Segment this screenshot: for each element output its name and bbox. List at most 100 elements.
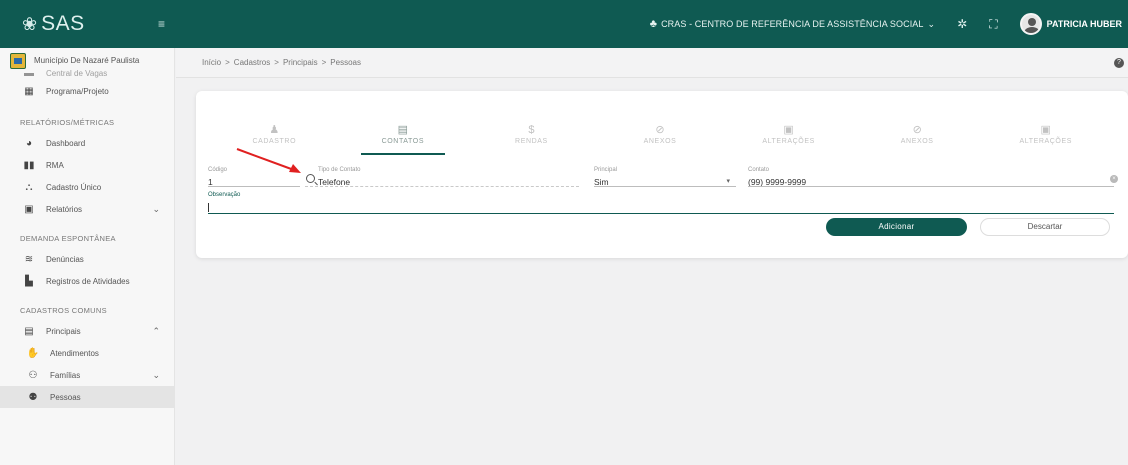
tab-label: RENDAS bbox=[515, 137, 548, 145]
sidebar-item-label: Dashboard bbox=[46, 138, 86, 148]
family-icon: ⚇ bbox=[28, 369, 38, 381]
theme-icon[interactable]: ✲ bbox=[957, 17, 967, 31]
sidebar-item-label: Principais bbox=[46, 326, 81, 336]
field-underline bbox=[208, 213, 1114, 214]
handshake-icon: ✋ bbox=[26, 347, 40, 359]
principal-label: Principal bbox=[594, 167, 618, 173]
sidebar-item-label: Registros de Atividades bbox=[46, 276, 130, 286]
sidebar-item-cadastro-unico[interactable]: ⛬ Cadastro Único bbox=[0, 176, 174, 198]
breadcrumb-separator: > bbox=[225, 58, 230, 67]
sidebar-item-relatorios[interactable]: ▣ Relatórios ⌄ bbox=[0, 198, 174, 220]
attachment-icon: ⊘ bbox=[912, 123, 922, 136]
sidebar-item-programa[interactable]: ▦ Programa/Projeto bbox=[0, 80, 174, 102]
chart-icon: ▮▮ bbox=[23, 159, 35, 171]
add-button[interactable]: Adicionar bbox=[826, 218, 967, 236]
tab-label: ANEXOS bbox=[900, 137, 934, 145]
contato-field[interactable]: Contato (99) 9999-9999 × bbox=[748, 167, 1118, 187]
tab-label: ANEXOS bbox=[643, 137, 677, 145]
breadcrumb-item-inicio[interactable]: Início bbox=[202, 58, 221, 67]
tab-alteracoes-2[interactable]: ▣ ALTERAÇÕES bbox=[981, 117, 1110, 151]
search-icon[interactable] bbox=[306, 174, 315, 183]
bed-icon: ▬ bbox=[24, 67, 34, 79]
building-icon: ▦ bbox=[24, 85, 34, 97]
list-icon: ▤ bbox=[24, 325, 34, 337]
sidebar-item-registros[interactable]: ▙ Registros de Atividades bbox=[0, 270, 174, 292]
clipboard-icon: ▣ bbox=[24, 203, 34, 215]
chevron-up-icon: ⌃ bbox=[152, 325, 160, 336]
principal-select[interactable]: Principal Sim ▾ bbox=[594, 167, 736, 187]
tipo-contato-label: Tipo de Contato bbox=[318, 167, 361, 173]
text-cursor bbox=[208, 203, 209, 212]
municipality-name: Município De Nazaré Paulista bbox=[34, 56, 140, 65]
observacao-label: Observação bbox=[208, 192, 241, 198]
field-underline bbox=[748, 186, 1114, 187]
person-icon: ⚉ bbox=[28, 391, 38, 403]
form-card: ♟ CADASTRO ▤ CONTATOS $ RENDAS ⊘ ANEXOS … bbox=[196, 91, 1128, 258]
menu-toggle-icon[interactable]: ≡ bbox=[158, 17, 165, 31]
tab-alteracoes[interactable]: ▣ ALTERAÇÕES bbox=[724, 117, 853, 151]
contato-label: Contato bbox=[748, 167, 770, 173]
section-common: CADASTROS COMUNS bbox=[20, 305, 107, 315]
field-underline bbox=[208, 186, 300, 187]
section-demand: DEMANDA ESPONTÂNEA bbox=[20, 233, 116, 243]
sidebar-item-label: Relatórios bbox=[46, 204, 83, 214]
breadcrumb-item-cadastros[interactable]: Cadastros bbox=[234, 58, 270, 67]
sidebar-item-familias[interactable]: ⚇ Famílias ⌄ bbox=[0, 364, 174, 386]
field-underline bbox=[594, 186, 736, 187]
sidebar-item-label: RMA bbox=[46, 160, 64, 170]
chevron-down-icon: ⌄ bbox=[152, 369, 160, 380]
codigo-field[interactable]: Código 1 bbox=[208, 167, 300, 187]
user-name[interactable]: PATRICIA HUBER bbox=[1047, 19, 1122, 29]
history-icon: ▣ bbox=[1040, 123, 1051, 136]
sidebar-item-central-vagas[interactable]: ▬ Central de Vagas bbox=[0, 66, 174, 80]
chevron-down-icon: ⌄ bbox=[152, 203, 160, 214]
logo-area: ❀ SAS ≡ bbox=[0, 0, 175, 48]
attachment-icon: ⊘ bbox=[655, 123, 665, 136]
sidebar-item-label: Denúncias bbox=[46, 254, 84, 264]
tab-rendas[interactable]: $ RENDAS bbox=[467, 117, 596, 151]
avatar[interactable] bbox=[1019, 13, 1042, 35]
sidebar-item-label: Cadastro Único bbox=[46, 182, 102, 192]
caret-down-icon[interactable]: ▾ bbox=[726, 177, 730, 185]
tab-label: ALTERAÇÕES bbox=[762, 137, 815, 145]
fullscreen-icon[interactable]: ⛶ bbox=[989, 17, 997, 32]
tab-label: CONTATOS bbox=[381, 137, 425, 145]
tab-label: ALTERAÇÕES bbox=[1019, 137, 1073, 145]
discard-button[interactable]: Descartar bbox=[980, 218, 1110, 236]
breadcrumb-item-principais[interactable]: Principais bbox=[283, 58, 318, 67]
sidebar-item-rma[interactable]: ▮▮ RMA bbox=[0, 154, 174, 176]
tipo-contato-field[interactable]: Tipo de Contato Telefone bbox=[305, 167, 579, 187]
sidebar-item-label: Famílias bbox=[50, 370, 81, 380]
sidebar-item-label: Programa/Projeto bbox=[46, 86, 109, 96]
unit-label: CRAS - CENTRO DE REFERÊNCIA DE ASSISTÊNC… bbox=[661, 19, 924, 29]
sidebar-item-atendimentos[interactable]: ✋ Atendimentos bbox=[0, 342, 174, 364]
sidebar-item-principais[interactable]: ▤ Principais ⌃ bbox=[0, 320, 174, 342]
codigo-label: Código bbox=[208, 167, 228, 173]
sidebar-item-dashboard[interactable]: ◕ Dashboard bbox=[0, 132, 174, 154]
unit-selector[interactable]: ♣ CRAS - CENTRO DE REFERÊNCIA DE ASSISTÊ… bbox=[650, 18, 935, 30]
breadcrumb-separator: > bbox=[274, 58, 279, 67]
tab-bar: ♟ CADASTRO ▤ CONTATOS $ RENDAS ⊘ ANEXOS … bbox=[210, 117, 1110, 155]
breadcrumb-item-pessoas: Pessoas bbox=[330, 58, 361, 67]
sidebar-item-denuncias[interactable]: ≋ Denúncias bbox=[0, 248, 174, 270]
observacao-field[interactable]: Observação bbox=[208, 192, 1114, 214]
section-reports: RELATÓRIOS/MÉTRICAS bbox=[20, 117, 115, 127]
sidebar: Município De Nazaré Paulista ▬ Central d… bbox=[0, 48, 175, 465]
breadcrumb-separator: > bbox=[321, 58, 327, 67]
clear-icon[interactable]: × bbox=[1110, 175, 1118, 183]
dashboard-icon: ◕ bbox=[25, 137, 33, 149]
chevron-down-icon: ⌄ bbox=[927, 18, 936, 29]
sidebar-item-pessoas[interactable]: ⚉ Pessoas bbox=[0, 386, 174, 408]
help-icon[interactable]: ? bbox=[1114, 58, 1124, 68]
sidebar-item-label: Atendimentos bbox=[50, 348, 99, 358]
tab-anexos[interactable]: ⊘ ANEXOS bbox=[596, 117, 725, 151]
people-icon: ⛬ bbox=[25, 181, 33, 193]
tab-contatos[interactable]: ▤ CONTATOS bbox=[339, 117, 468, 155]
municipality-header: Município De Nazaré Paulista bbox=[0, 48, 174, 69]
field-underline bbox=[305, 186, 579, 187]
tab-cadastro[interactable]: ♟ CADASTRO bbox=[210, 117, 339, 151]
breadcrumb: Início > Cadastros > Principais > Pessoa… bbox=[176, 48, 1128, 78]
money-icon: $ bbox=[528, 123, 535, 136]
tab-anexos-2[interactable]: ⊘ ANEXOS bbox=[853, 117, 982, 151]
history-icon: ▣ bbox=[783, 123, 794, 136]
